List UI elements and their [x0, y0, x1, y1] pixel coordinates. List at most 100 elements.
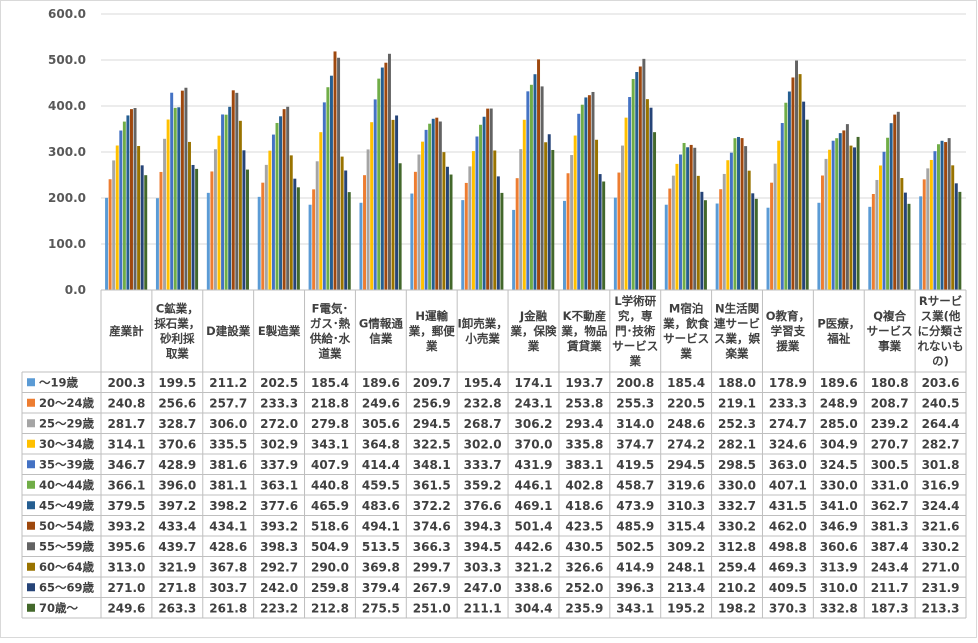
bar — [645, 99, 649, 291]
data-label: 377.6 — [260, 499, 298, 513]
data-label: 203.6 — [922, 376, 960, 390]
data-label: 263.3 — [158, 601, 196, 615]
bar — [787, 91, 791, 290]
category-label: F電気･ — [312, 302, 349, 316]
y-tick-label: 0.0 — [65, 283, 86, 297]
bar — [824, 158, 828, 290]
y-tick-label: 400.0 — [48, 99, 86, 113]
bar — [540, 86, 544, 291]
bar — [766, 207, 770, 290]
bar — [210, 171, 214, 290]
bar — [373, 99, 377, 290]
bar — [737, 136, 740, 290]
bar — [417, 154, 421, 290]
bar — [105, 197, 109, 290]
legend-key — [27, 542, 35, 551]
category-label: サービス — [612, 339, 658, 353]
bar — [689, 144, 693, 290]
legend-label: 55～59歳 — [39, 539, 95, 553]
data-label: 518.6 — [311, 519, 349, 533]
bar — [566, 173, 570, 290]
category-label: I卸売業， — [457, 317, 507, 331]
category-label: 業，郵便 — [408, 324, 455, 338]
data-label: 304.4 — [515, 601, 553, 615]
bar — [671, 175, 675, 290]
bar — [638, 66, 642, 291]
bar — [428, 123, 432, 291]
bar — [733, 138, 737, 290]
data-label: 185.4 — [311, 376, 349, 390]
bar — [264, 164, 268, 290]
legend-label: ～19歳 — [39, 375, 79, 389]
data-label: 271.8 — [158, 581, 196, 595]
bar — [195, 168, 199, 290]
data-label: 271.0 — [107, 581, 145, 595]
data-label: 398.2 — [209, 499, 247, 513]
data-label: 187.3 — [871, 601, 909, 615]
bar — [653, 132, 657, 290]
data-label: 312.8 — [718, 540, 756, 554]
data-label: 498.8 — [769, 540, 807, 554]
data-label: 195.4 — [464, 376, 502, 390]
bar — [937, 144, 940, 290]
bar — [242, 150, 246, 290]
data-label: 270.7 — [871, 437, 909, 451]
data-label: 211.1 — [464, 601, 502, 615]
data-label: 299.7 — [413, 560, 451, 574]
data-label: 279.8 — [311, 417, 349, 431]
bar — [900, 178, 904, 290]
data-label: 469.1 — [515, 499, 553, 513]
data-label: 322.5 — [413, 437, 451, 451]
bar — [919, 196, 923, 290]
data-label: 200.8 — [616, 376, 654, 390]
category-label: 業，物品 — [560, 324, 607, 338]
bar — [896, 111, 900, 290]
category-label: 業，飲食 — [662, 317, 709, 331]
data-label: 414.9 — [616, 560, 654, 574]
bar — [271, 134, 275, 290]
data-label: 285.0 — [820, 417, 858, 431]
bar — [515, 178, 519, 290]
data-label: 232.8 — [464, 396, 502, 410]
data-label: 248.1 — [667, 560, 705, 574]
bar — [882, 151, 886, 290]
data-label: 381.6 — [209, 458, 247, 472]
bar — [246, 169, 249, 290]
bar — [173, 107, 177, 290]
bar — [722, 173, 726, 290]
bar — [784, 102, 788, 290]
bar — [754, 198, 758, 290]
bar — [344, 170, 348, 290]
data-label: 208.7 — [871, 396, 909, 410]
data-label: 504.9 — [311, 540, 349, 554]
bar — [947, 138, 951, 290]
bar — [907, 203, 911, 290]
data-label: 252.0 — [565, 581, 603, 595]
category-label: サービス — [663, 332, 709, 346]
category-label: L学術研 — [614, 294, 656, 308]
bar — [112, 160, 116, 290]
data-label: 195.2 — [667, 601, 705, 615]
data-label: 330.0 — [718, 478, 756, 492]
data-label: 335.8 — [565, 437, 603, 451]
bar — [624, 117, 628, 290]
bar — [933, 151, 937, 290]
bar — [170, 92, 174, 291]
data-label: 414.4 — [362, 458, 400, 472]
data-label: 240.5 — [922, 396, 960, 410]
bar — [184, 87, 188, 291]
category-label: ス業(他 — [921, 309, 961, 323]
data-label: 313.9 — [820, 560, 858, 574]
bar — [475, 136, 479, 290]
data-label: 394.3 — [464, 519, 502, 533]
data-label: 387.4 — [871, 540, 909, 554]
bar — [893, 114, 897, 290]
bar — [795, 60, 798, 290]
data-label: 310.3 — [667, 499, 705, 513]
category-label: J金融 — [519, 309, 548, 323]
data-label: 303.3 — [464, 560, 502, 574]
bar — [279, 116, 283, 290]
data-label: 306.2 — [515, 417, 553, 431]
category-label: G情報通 — [359, 317, 403, 331]
data-label: 294.5 — [667, 458, 705, 472]
